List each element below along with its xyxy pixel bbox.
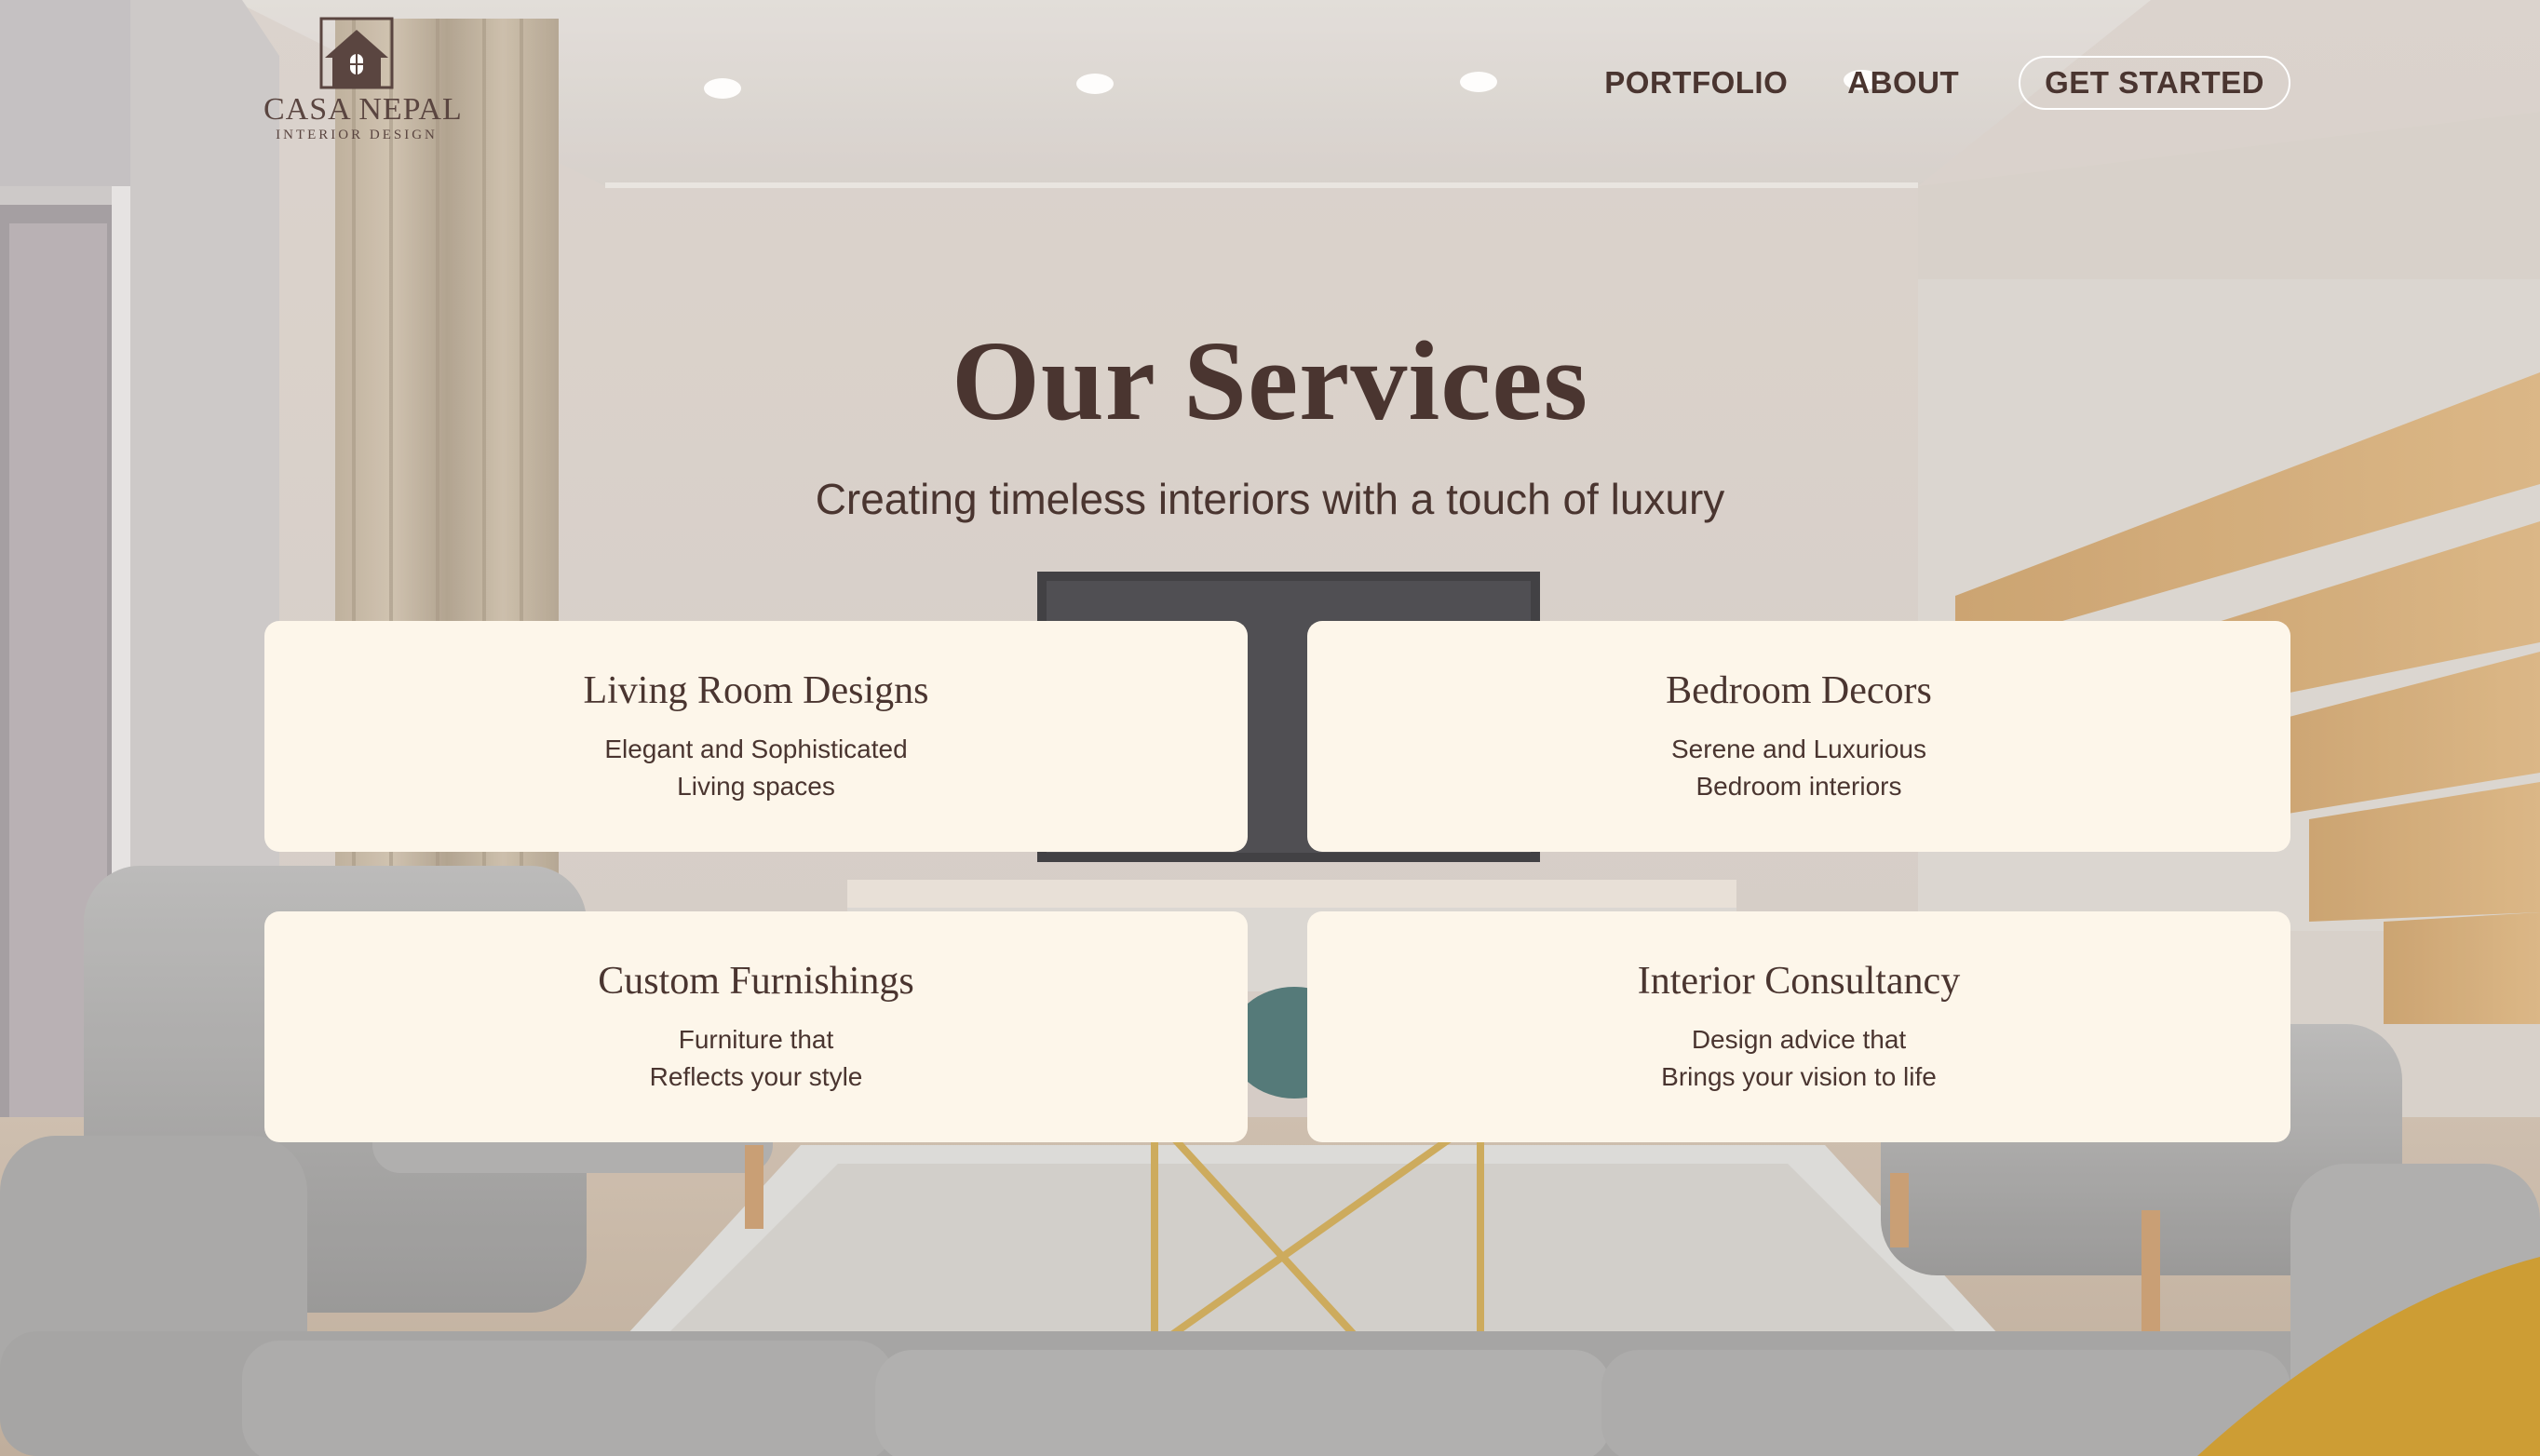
- brand-name: CASA NEPAL: [263, 92, 463, 127]
- brand-logo[interactable]: CASA NEPAL INTERIOR DESIGN: [263, 17, 463, 143]
- service-card-title: Bedroom Decors: [1666, 669, 1932, 712]
- service-card-desc-line1: Serene and Luxurious: [1671, 735, 1926, 763]
- service-card-desc-line2: Brings your vision to life: [1661, 1062, 1937, 1091]
- service-card-desc-line2: Living spaces: [677, 772, 835, 801]
- service-card-title: Interior Consultancy: [1637, 960, 1961, 1003]
- service-card-desc-line1: Furniture that: [678, 1025, 834, 1054]
- page-subtitle: Creating timeless interiors with a touch…: [815, 475, 1725, 523]
- main-nav: PORTFOLIO ABOUT GET STARTED: [1604, 56, 2290, 110]
- house-logo-icon: [319, 17, 394, 89]
- hero-section: Our Services Creating timeless interiors…: [0, 317, 2540, 525]
- service-card-title: Custom Furnishings: [598, 960, 914, 1003]
- service-card-desc-line1: Design advice that: [1691, 1025, 1907, 1054]
- service-card-custom-furnishings[interactable]: Custom Furnishings Furniture that Reflec…: [264, 911, 1248, 1142]
- brand-tagline: INTERIOR DESIGN: [276, 128, 438, 142]
- service-card-title: Living Room Designs: [583, 669, 929, 712]
- get-started-button[interactable]: GET STARTED: [2019, 56, 2290, 110]
- service-card-desc-line2: Reflects your style: [649, 1062, 863, 1091]
- service-card-bedroom[interactable]: Bedroom Decors Serene and Luxurious Bedr…: [1307, 621, 2290, 852]
- service-card-desc-line1: Elegant and Sophisticated: [604, 735, 908, 763]
- service-card-interior-consultancy[interactable]: Interior Consultancy Design advice that …: [1307, 911, 2290, 1142]
- service-card-living-room[interactable]: Living Room Designs Elegant and Sophisti…: [264, 621, 1248, 852]
- service-card-desc-line2: Bedroom interiors: [1696, 772, 1902, 801]
- nav-link-portfolio[interactable]: PORTFOLIO: [1604, 65, 1788, 101]
- nav-link-about[interactable]: ABOUT: [1847, 65, 1959, 101]
- page-title: Our Services: [951, 318, 1588, 444]
